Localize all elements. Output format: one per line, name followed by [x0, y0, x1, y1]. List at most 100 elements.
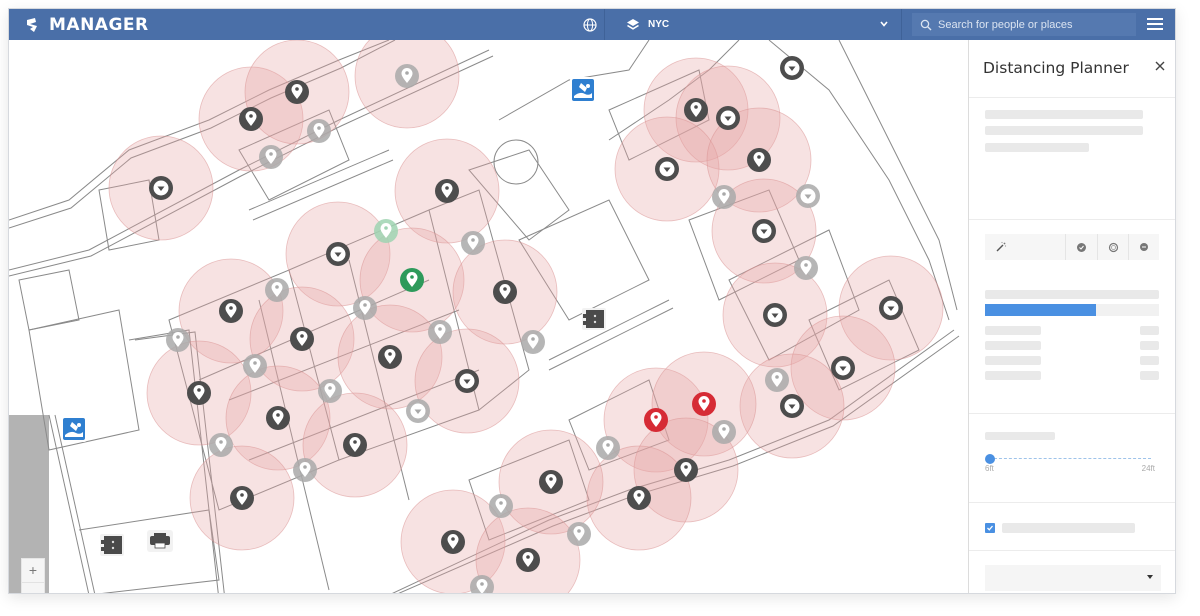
zoom-in-button[interactable]: + [22, 559, 44, 583]
person-pin[interactable] [461, 231, 485, 255]
rotate-button[interactable] [1097, 234, 1128, 260]
desk-marker[interactable] [716, 106, 740, 130]
person-pin[interactable] [428, 320, 452, 344]
pantry-icon[interactable] [570, 77, 596, 103]
description-line [985, 126, 1143, 135]
person-pin[interactable] [712, 420, 736, 444]
search-input[interactable] [938, 18, 1128, 31]
person-pin[interactable] [290, 327, 314, 351]
desk-marker[interactable] [763, 303, 787, 327]
slider-thumb[interactable] [985, 454, 995, 464]
person-pin[interactable] [596, 436, 620, 460]
planner-dropdown[interactable] [985, 565, 1161, 591]
person-pin[interactable] [712, 185, 736, 209]
stat-label [985, 326, 1041, 335]
panel-title: Distancing Planner [983, 59, 1129, 77]
printer-icon[interactable] [147, 530, 173, 552]
desk-marker[interactable] [780, 56, 804, 80]
person-pin[interactable] [794, 256, 818, 280]
person-pin[interactable] [395, 64, 419, 88]
checkmark-icon [987, 525, 993, 531]
desk-marker[interactable] [149, 176, 173, 200]
option-checkbox[interactable] [985, 523, 995, 533]
globe-button[interactable] [575, 9, 605, 40]
floor-plan-map[interactable]: + − [9, 40, 968, 594]
desk-marker[interactable] [780, 394, 804, 418]
person-pin[interactable] [441, 530, 465, 554]
rotate-icon [1108, 242, 1118, 252]
tools-section [969, 220, 1175, 414]
search-box[interactable] [912, 13, 1136, 36]
person-pin[interactable] [266, 406, 290, 430]
person-pin[interactable] [374, 219, 398, 243]
desk-marker[interactable] [655, 157, 679, 181]
zoom-out-button[interactable]: − [22, 583, 44, 593]
desk-marker[interactable] [796, 184, 820, 208]
person-pin[interactable] [567, 522, 591, 546]
floor-plan-canvas[interactable] [9, 40, 968, 594]
person-pin[interactable] [747, 148, 771, 172]
reset-button[interactable] [1128, 234, 1159, 260]
person-pin[interactable] [353, 296, 377, 320]
layers-icon [627, 18, 639, 30]
select-all-button[interactable] [1065, 234, 1097, 260]
desk-marker[interactable] [879, 296, 903, 320]
desk-marker[interactable] [406, 399, 430, 423]
location-select[interactable]: NYC [612, 9, 902, 40]
occupancy-progress-fill [985, 304, 1097, 316]
printer-cabinet-icon[interactable] [582, 308, 606, 330]
person-pin[interactable] [285, 80, 309, 104]
printer-cabinet-icon[interactable] [100, 534, 124, 556]
person-pin[interactable] [521, 330, 545, 354]
stat-label [985, 356, 1041, 365]
desk-marker[interactable] [831, 356, 855, 380]
brand[interactable]: MANAGER [25, 14, 149, 36]
person-pin[interactable] [293, 458, 317, 482]
person-pin[interactable] [343, 433, 367, 457]
person-pin[interactable] [435, 179, 459, 203]
person-pin[interactable] [674, 458, 698, 482]
person-pin[interactable] [187, 381, 211, 405]
person-pin[interactable] [230, 486, 254, 510]
dropdown-section [969, 551, 1175, 593]
slider-max-label: 24ft [1141, 464, 1155, 473]
slider-track[interactable] [989, 458, 1151, 460]
stat-value [1140, 326, 1159, 335]
person-pin[interactable] [265, 278, 289, 302]
top-bar: MANAGER NYC [9, 9, 1175, 40]
person-pin[interactable] [516, 548, 540, 572]
person-pin[interactable] [493, 280, 517, 304]
app-window: MANAGER NYC Search for people or places … [8, 8, 1176, 594]
person-pin[interactable] [378, 345, 402, 369]
distance-slider[interactable]: 6ft 24ft [985, 454, 1155, 476]
person-pin[interactable] [644, 408, 668, 432]
zoom-control: + − [21, 558, 45, 593]
magic-wand-button[interactable] [985, 234, 1065, 260]
desk-marker[interactable] [326, 242, 350, 266]
reset-icon [1140, 243, 1148, 251]
distance-label [985, 432, 1055, 440]
pantry-icon[interactable] [61, 416, 87, 442]
desk-marker[interactable] [752, 219, 776, 243]
person-pin[interactable] [209, 433, 233, 457]
person-pin[interactable] [489, 494, 513, 518]
person-pin[interactable] [166, 328, 190, 352]
person-pin[interactable] [318, 379, 342, 403]
person-pin[interactable] [765, 368, 789, 392]
option-label [1002, 523, 1135, 533]
occupancy-progress [985, 304, 1159, 316]
person-pin[interactable] [692, 392, 716, 416]
person-pin[interactable] [259, 145, 283, 169]
close-icon[interactable] [1153, 59, 1167, 73]
person-pin[interactable] [219, 299, 243, 323]
brand-name: MANAGER [49, 15, 149, 35]
desk-marker[interactable] [455, 369, 479, 393]
person-pin[interactable] [684, 98, 708, 122]
person-pin[interactable] [400, 268, 424, 292]
hamburger-menu-icon[interactable] [1147, 17, 1163, 31]
person-pin[interactable] [243, 354, 267, 378]
person-pin[interactable] [539, 470, 563, 494]
person-pin[interactable] [239, 107, 263, 131]
person-pin[interactable] [627, 486, 651, 510]
person-pin[interactable] [307, 119, 331, 143]
